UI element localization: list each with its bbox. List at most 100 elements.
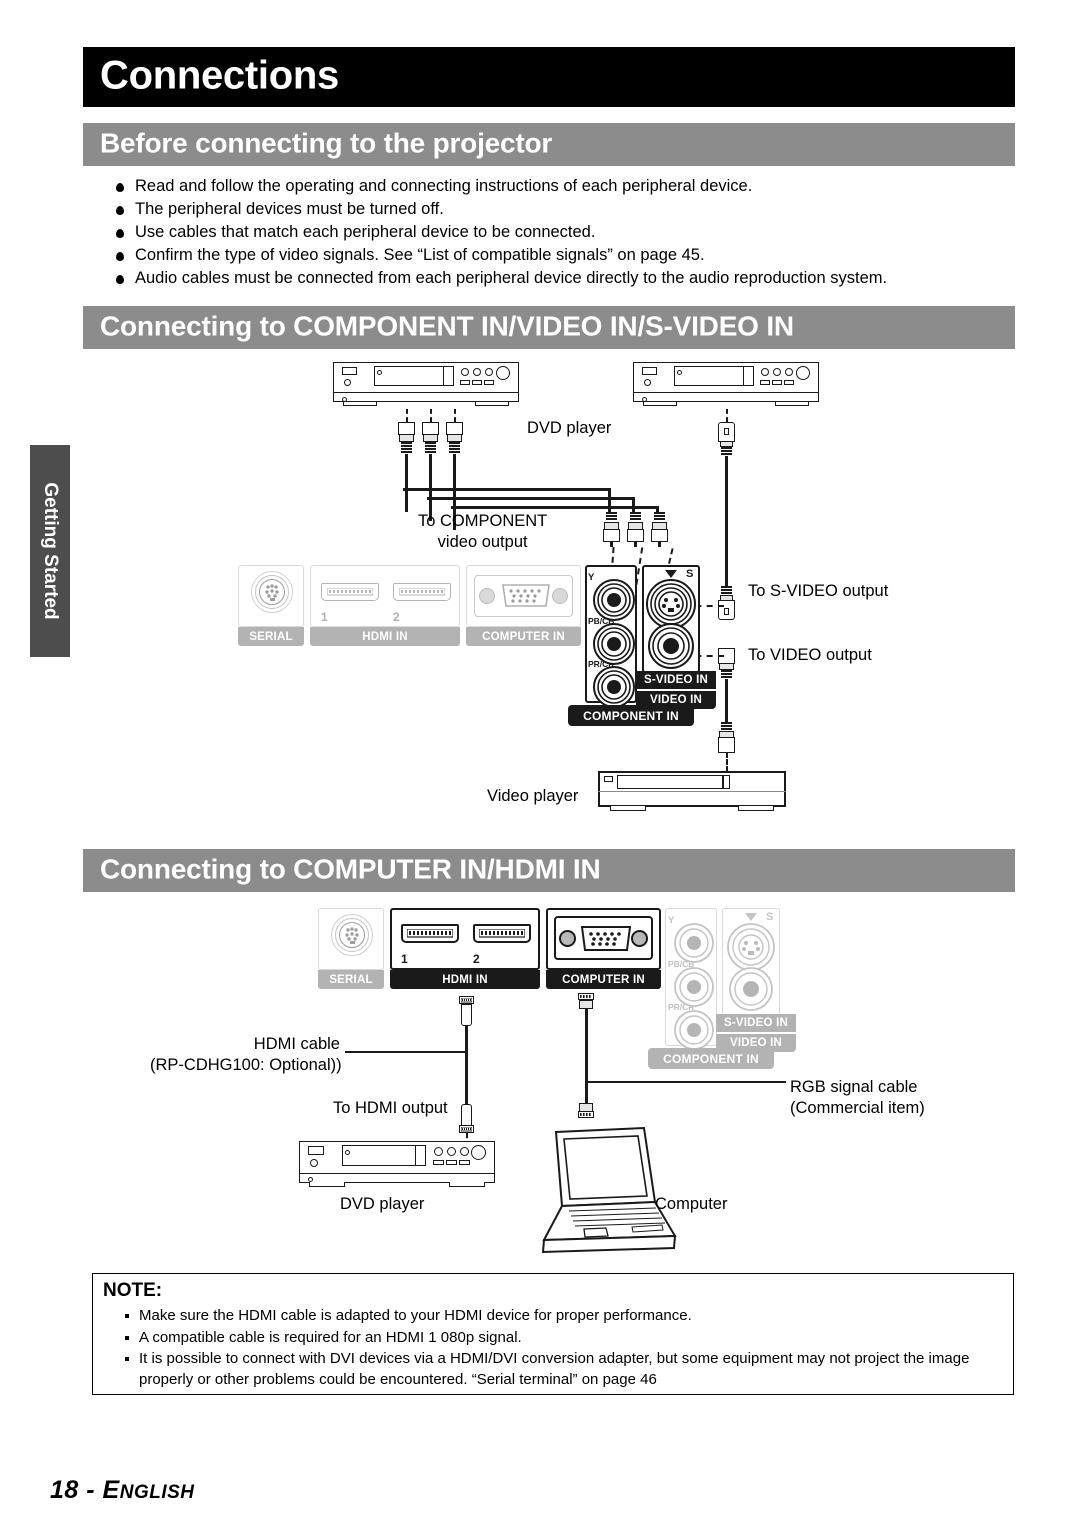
dvd-player-label: DVD player	[527, 419, 612, 437]
rgb-signal-cable-label: RGB signal cable (Commercial item)	[790, 1077, 925, 1119]
cable-line	[608, 488, 611, 513]
label-line: RGB signal cable	[790, 1078, 918, 1096]
connection-dash	[726, 409, 728, 422]
label-line: video output	[437, 533, 528, 551]
laptop-computer-graphic	[541, 1126, 677, 1254]
footer-language-rest: NGLISH	[119, 1482, 195, 1503]
hdmi-port-1-number: 1	[321, 610, 328, 624]
video-jack-icon	[729, 967, 773, 1011]
label-line: (Commercial item)	[790, 1099, 925, 1117]
intro-bullet-list: Read and follow the operating and connec…	[110, 176, 1010, 291]
computer-in-label: COMPUTER IN	[466, 627, 581, 646]
to-component-output-label: To COMPONENT video output	[418, 511, 547, 553]
serial-label: SERIAL	[318, 970, 384, 989]
cable-line	[403, 488, 611, 491]
component-y-jack-icon	[674, 923, 714, 963]
cable-line	[427, 497, 611, 500]
section-header-computer-hdmi: Connecting to COMPUTER IN/HDMI IN	[83, 849, 1015, 892]
hdmi-pins-icon	[479, 929, 525, 938]
to-svideo-output-label: To S-VIDEO output	[748, 582, 889, 600]
triangle-marker-icon	[665, 570, 677, 578]
vga-plug-pins-icon	[580, 1112, 591, 1116]
hdmi-pins-icon	[399, 588, 445, 596]
leader-line	[586, 1081, 786, 1084]
hdmi-port-2-number: 2	[473, 952, 480, 966]
serial-label: SERIAL	[238, 627, 304, 646]
label-line: (RP-CDHG100: Optional))	[150, 1056, 342, 1074]
hdmi-port-2-number: 2	[393, 610, 400, 624]
hdmi-in-label: HDMI IN	[390, 970, 540, 989]
section-title: Connecting to COMPUTER IN/HDMI IN	[100, 853, 601, 885]
connection-dash	[726, 752, 728, 772]
hdmi-pins-icon	[407, 929, 453, 938]
vga-port-icon	[580, 926, 632, 951]
side-tab-getting-started: Getting Started	[30, 445, 70, 657]
serial-pins-icon	[265, 584, 279, 601]
to-video-output-label: To VIDEO output	[748, 646, 872, 664]
svideo-in-label: S-VIDEO IN	[636, 671, 716, 689]
component-y-jack-icon	[593, 579, 635, 621]
section-header-before-connecting: Before connecting to the projector	[83, 123, 1015, 166]
video-in-label: VIDEO IN	[636, 691, 716, 709]
hdmi-in-label: HDMI IN	[310, 627, 460, 646]
dvd-player-graphic	[333, 362, 519, 408]
side-tab-label: Getting Started	[40, 482, 61, 620]
leader-line	[345, 1051, 467, 1054]
footer-language-first: E	[102, 1476, 120, 1504]
video-player-graphic	[598, 771, 786, 816]
serial-pins-icon	[345, 927, 359, 944]
dvd-player-graphic	[633, 362, 819, 408]
video-jack-icon	[648, 623, 694, 669]
connection-dash	[406, 409, 408, 422]
svideo-jack-icon	[646, 579, 696, 629]
component-pb-jack-icon	[674, 967, 714, 1007]
list-item: Use cables that match each peripheral de…	[110, 222, 1010, 244]
dvd-player-label: DVD player	[340, 1195, 425, 1213]
vga-port-icon	[502, 584, 550, 607]
section-header-component-video: Connecting to COMPONENT IN/VIDEO IN/S-VI…	[83, 306, 1015, 349]
cable-line	[632, 506, 659, 509]
note-list: Make sure the HDMI cable is adapted to y…	[121, 1306, 1001, 1391]
page-number: 18	[50, 1476, 79, 1504]
computer-label: Computer	[655, 1195, 728, 1213]
page-footer: 18 - ENGLISH	[50, 1476, 195, 1505]
list-item: The peripheral devices must be turned of…	[110, 199, 1010, 221]
dvd-player-graphic	[299, 1141, 495, 1189]
video-in-label: VIDEO IN	[716, 1034, 796, 1052]
hdmi-plug-pins-icon	[461, 1126, 472, 1131]
projector-terminal-panel: SERIAL 1 2 HDMI IN COMPUTER IN Y PB/CB P…	[238, 565, 716, 735]
label-line: To COMPONENT	[418, 512, 548, 530]
svideo-jack-icon	[727, 923, 775, 971]
triangle-marker-icon	[745, 913, 757, 921]
svideo-in-label: S-VIDEO IN	[716, 1014, 796, 1032]
vga-screw-icon	[479, 588, 495, 604]
component-pr-jack-icon	[593, 666, 635, 708]
list-item: Make sure the HDMI cable is adapted to y…	[121, 1306, 1001, 1327]
hdmi-pins-icon	[327, 588, 373, 596]
cable-line	[608, 497, 635, 500]
vga-screw-icon	[559, 930, 576, 947]
list-item: Confirm the type of video signals. See “…	[110, 245, 1010, 267]
footer-separator: -	[78, 1476, 103, 1504]
list-item: Read and follow the operating and connec…	[110, 176, 1010, 198]
hdmi-cable-label: HDMI cable (RP-CDHG100: Optional))	[150, 1034, 342, 1076]
vga-screw-icon	[631, 930, 648, 947]
chapter-title: Connections	[100, 53, 339, 98]
hdmi-plug-pins-icon	[461, 997, 472, 1002]
note-title: NOTE:	[103, 1280, 163, 1301]
note-box: NOTE: Make sure the HDMI cable is adapte…	[92, 1273, 1014, 1395]
component-pb-jack-icon	[593, 623, 635, 665]
list-item: A compatible cable is required for an HD…	[121, 1328, 1001, 1349]
to-hdmi-output-label: To HDMI output	[333, 1099, 448, 1117]
document-page: Connections Before connecting to the pro…	[0, 0, 1080, 1528]
video-player-label: Video player	[487, 787, 579, 805]
connection-dash	[454, 409, 456, 422]
vga-plug-pins-icon	[580, 994, 591, 998]
hdmi-port-1-number: 1	[401, 952, 408, 966]
computer-in-label: COMPUTER IN	[546, 970, 661, 989]
component-pr-jack-icon	[674, 1010, 714, 1050]
chapter-title-bar: Connections	[83, 47, 1015, 107]
label-line: HDMI cable	[253, 1035, 340, 1053]
section-title: Connecting to COMPONENT IN/VIDEO IN/S-VI…	[100, 310, 794, 342]
vga-screw-icon	[552, 588, 568, 604]
